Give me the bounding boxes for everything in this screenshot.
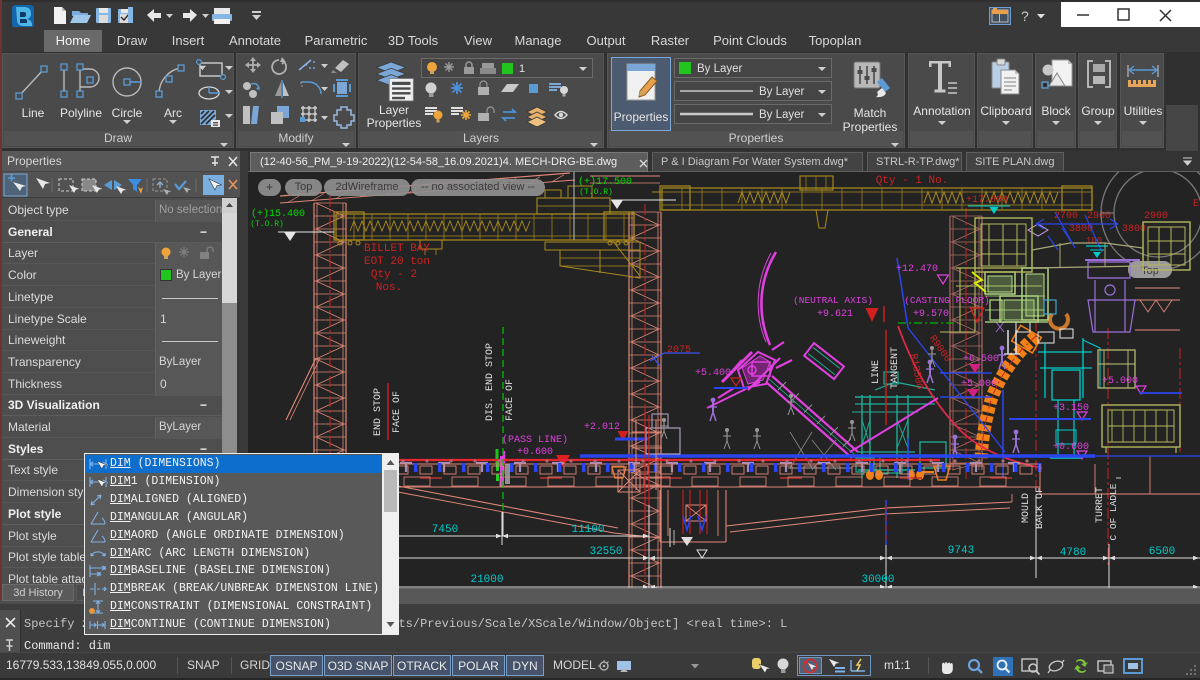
svg-text:Qty - 2: Qty - 2 [371, 269, 417, 281]
svg-text:+9.570: +9.570 [913, 309, 949, 320]
svg-text:9743: 9743 [948, 545, 974, 557]
svg-text:32550: 32550 [589, 546, 622, 558]
svg-text:(T.O.R): (T.O.R) [579, 188, 613, 197]
svg-text:FACE OF: FACE OF [505, 379, 516, 421]
svg-text:By Layer: By Layer [759, 109, 805, 121]
svg-text:30000: 30000 [861, 574, 894, 586]
svg-text:TURRET: TURRET [1095, 487, 1106, 523]
svg-text:By Layer: By Layer [759, 86, 805, 98]
svg-text:LINE: LINE [871, 360, 882, 384]
svg-text:By Layer: By Layer [697, 63, 743, 75]
svg-text:TANGENT: TANGENT [890, 347, 901, 389]
svg-text:4780: 4780 [1060, 547, 1086, 559]
svg-text:+17.000: +17.000 [966, 195, 1008, 206]
svg-text:(+)17.500: (+)17.500 [578, 176, 632, 188]
svg-text:Qty - 1 No.: Qty - 1 No. [876, 175, 949, 187]
svg-text:2075: 2075 [667, 345, 691, 356]
svg-text:BACK OF: BACK OF [1035, 487, 1046, 529]
svg-text:+5.000: +5.000 [961, 379, 997, 390]
svg-text:C OF LADLE: C OF LADLE [1108, 483, 1119, 540]
svg-text:2900: 2900 [1144, 211, 1168, 222]
svg-text:Nos.: Nos. [376, 282, 402, 294]
svg-text:21000: 21000 [470, 574, 503, 586]
svg-text:+2.012: +2.012 [584, 422, 620, 433]
svg-text:E: E [1193, 199, 1199, 210]
svg-text:Top: Top [1141, 265, 1159, 277]
svg-text:+6.500: +6.500 [963, 354, 999, 365]
svg-text:+9.621: +9.621 [817, 309, 853, 320]
svg-text:(CASTING FLOOR): (CASTING FLOOR) [904, 295, 990, 306]
svg-text:?: ? [1021, 8, 1029, 24]
svg-text:(PASS LINE): (PASS LINE) [502, 434, 568, 446]
svg-text:END STOP: END STOP [373, 388, 384, 436]
svg-text:+0.600: +0.600 [517, 447, 553, 458]
svg-text:+12.470: +12.470 [896, 264, 938, 275]
svg-text:BILLET BAY: BILLET BAY [364, 243, 430, 255]
svg-text:11100: 11100 [571, 524, 604, 536]
svg-text:+5.000: +5.000 [1102, 376, 1138, 387]
svg-text:6500: 6500 [1149, 546, 1175, 558]
svg-text:7450: 7450 [432, 524, 458, 536]
svg-text:100: 100 [1086, 236, 1102, 246]
svg-text:1: 1 [519, 63, 525, 75]
svg-text:+5.400: +5.400 [695, 368, 731, 379]
svg-text:DIS. END STOP: DIS. END STOP [485, 343, 496, 421]
svg-text:(NEUTRAL AXIS): (NEUTRAL AXIS) [793, 295, 873, 306]
svg-text:MOULD: MOULD [1021, 493, 1032, 523]
svg-text:(T.O.R): (T.O.R) [250, 220, 284, 229]
svg-text:FACE OF: FACE OF [392, 391, 403, 433]
svg-text:(+)15.400: (+)15.400 [251, 208, 305, 220]
svg-text:EOT 20 ton: EOT 20 ton [364, 256, 430, 268]
